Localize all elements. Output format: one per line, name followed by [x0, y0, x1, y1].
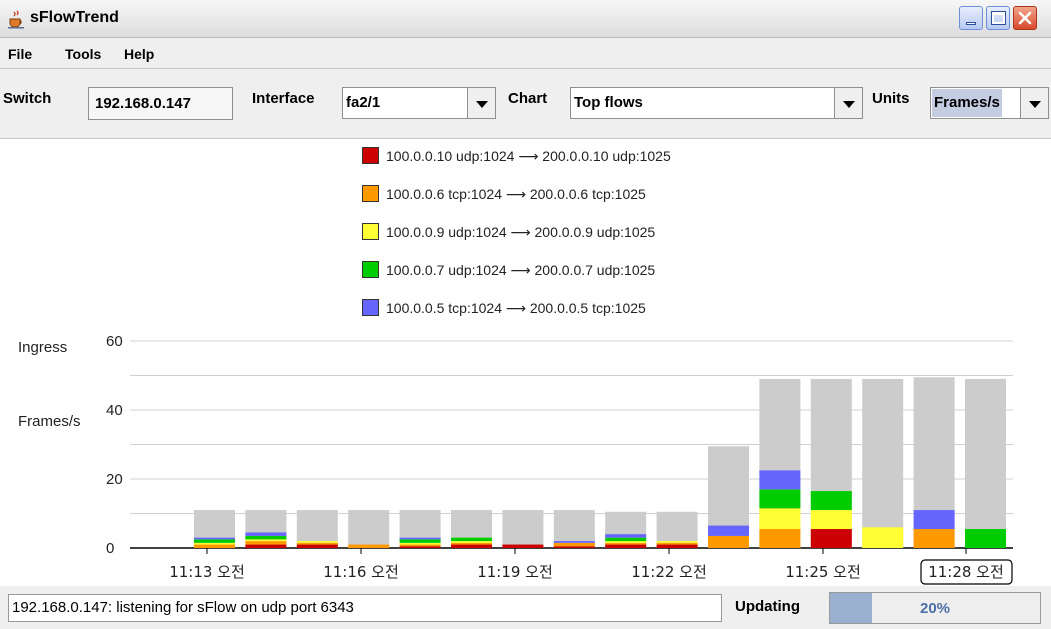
bar-segment [965, 529, 1006, 548]
bar-segment [296, 542, 338, 545]
y-axis-title: Frames/s [18, 413, 81, 430]
menu-tools[interactable]: Tools [65, 46, 101, 62]
y-tick-label: 60 [106, 333, 123, 350]
updating-label: Updating [735, 598, 800, 615]
y-tick-label: 40 [106, 402, 123, 419]
maximize-icon [991, 11, 1006, 25]
bar-segment [348, 544, 390, 548]
bar-segment [810, 491, 852, 511]
bar-segment [708, 525, 749, 536]
units-label: Units [872, 90, 910, 107]
chevron-down-icon[interactable] [834, 88, 862, 118]
y-tick-label: 0 [106, 540, 114, 557]
bar-segment [245, 535, 287, 540]
switch-label: Switch [3, 90, 52, 107]
bar-segment [759, 470, 801, 490]
switch-field[interactable]: 192.168.0.147 [88, 87, 233, 120]
bar-segment [810, 529, 852, 548]
bar-other [965, 378, 1006, 548]
menu-bar: File Tools Help [0, 38, 1051, 69]
y-tick-label: 20 [106, 471, 123, 488]
bar-segment [759, 529, 801, 548]
x-tick-label: 11:13 오전 [169, 563, 245, 581]
menu-file[interactable]: File [8, 46, 32, 62]
bar-segment [194, 544, 235, 548]
bar-other [862, 378, 904, 548]
bar-segment [399, 544, 441, 547]
bar-segment [759, 489, 801, 509]
units-select[interactable]: Frames/s [930, 87, 1049, 119]
bar-segment [194, 542, 235, 545]
bar-segment [862, 527, 904, 548]
bar-segment [245, 539, 287, 542]
bar-segment [708, 535, 749, 548]
menu-help[interactable]: Help [124, 46, 154, 62]
window-title: sFlowTrend [30, 9, 119, 26]
bar-segment [245, 544, 287, 548]
chart-value: Top flows [574, 94, 643, 111]
bar-segment [451, 541, 492, 543]
close-button[interactable] [1013, 6, 1037, 30]
maximize-button[interactable] [986, 6, 1010, 30]
y-axis-title-ingress: Ingress [18, 339, 67, 356]
x-tick-label: 11:19 오전 [477, 563, 553, 581]
bar-other [502, 510, 544, 548]
interface-value: fa2/1 [346, 94, 381, 111]
bar-segment [194, 539, 235, 543]
bar-segment [656, 541, 698, 543]
bar-segment [553, 542, 595, 547]
bar-segment [605, 544, 647, 548]
bar-segment [605, 542, 647, 545]
chart-label: Chart [508, 90, 548, 107]
chart-select[interactable]: Top flows [570, 87, 863, 119]
bar-segment [553, 541, 595, 543]
interface-label: Interface [252, 90, 315, 107]
bar-other [348, 510, 390, 548]
toolbar: Switch 192.168.0.147 Interface fa2/1 Cha… [0, 69, 1051, 139]
interface-select[interactable]: fa2/1 [342, 87, 496, 119]
x-tick-label: 11:28 오전 [928, 563, 1004, 581]
bar-segment [656, 544, 698, 548]
bar-segment [656, 542, 698, 545]
bar-segment [296, 541, 338, 543]
bar-segment [913, 529, 955, 548]
units-value: Frames/s [932, 89, 1002, 117]
bar-segment [399, 537, 441, 540]
status-bar: 192.168.0.147: listening for sFlow on ud… [0, 586, 1051, 629]
bar-segment [605, 537, 647, 542]
bar-segment [194, 537, 235, 540]
bar-segment [759, 508, 801, 530]
x-tick-label: 11:16 오전 [323, 563, 399, 581]
bar-segment [451, 542, 492, 545]
bar-segment [296, 544, 338, 548]
bar-segment [451, 544, 492, 548]
bar-segment [553, 546, 595, 548]
progress-text: 20% [919, 600, 951, 617]
bar-segment [605, 534, 647, 538]
close-icon [1018, 11, 1032, 25]
bar-segment [913, 510, 955, 530]
bar-segment [399, 546, 441, 548]
bar-segment [451, 537, 492, 542]
bar-segment [605, 541, 647, 543]
status-message: 192.168.0.147: listening for sFlow on ud… [8, 594, 722, 622]
bar-segment [502, 544, 544, 548]
bar-segment [810, 510, 852, 530]
bar-segment [245, 541, 287, 545]
chevron-down-icon[interactable] [1020, 88, 1048, 118]
flow-chart: 0 20 40 60 Ingress Frames/s 11:13 오전 11:16 오전 11… [18, 333, 1013, 585]
chevron-down-icon[interactable] [467, 88, 495, 118]
bar-segment [245, 532, 287, 536]
bar-segment [399, 542, 441, 545]
x-tick-label: 11:22 오전 [631, 563, 707, 581]
x-tick-label: 11:25 오전 [785, 563, 861, 581]
minimize-button[interactable] [959, 6, 983, 30]
update-progress: 20% [829, 592, 1041, 624]
title-bar: sFlowTrend [0, 0, 1051, 38]
java-cup-icon [8, 10, 24, 29]
minimize-icon [966, 22, 976, 25]
bar-segment [399, 539, 441, 543]
